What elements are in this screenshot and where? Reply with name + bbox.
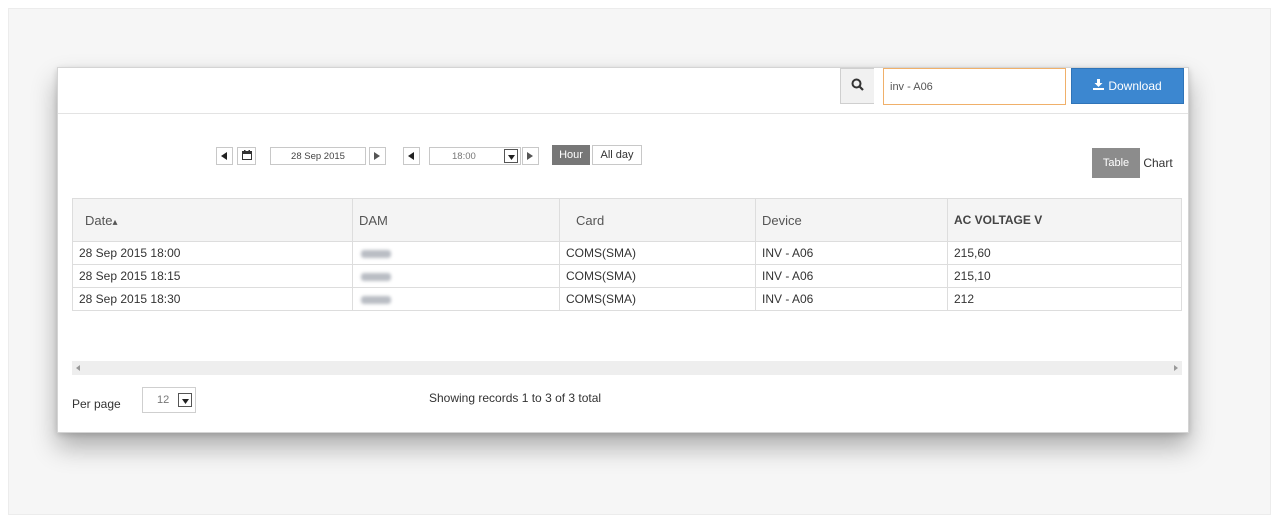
cell-ac-voltage: 215,10 [947, 264, 1182, 288]
records-summary: Showing records 1 to 3 of 3 total [429, 391, 602, 405]
cell-card: COMS(SMA) [559, 264, 756, 288]
redacted-value [361, 295, 391, 304]
cell-card: COMS(SMA) [559, 287, 756, 311]
arrow-right-icon [527, 149, 534, 163]
download-label: Download [1108, 79, 1162, 93]
column-header-ac-voltage[interactable]: AC VOLTAGE V [947, 198, 1182, 242]
prev-date-button[interactable] [216, 147, 233, 165]
cell-device: INV - A06 [755, 287, 948, 311]
cell-device: INV - A06 [755, 241, 948, 265]
report-panel: Download 28 Sep 2015 [57, 67, 1189, 433]
search-icon [851, 78, 864, 94]
scroll-left-icon[interactable] [76, 363, 80, 373]
per-page-dropdown-button[interactable] [178, 393, 192, 407]
calendar-button[interactable] [237, 147, 256, 165]
top-bar: Download [58, 68, 1188, 114]
prev-time-button[interactable] [403, 147, 420, 165]
next-time-button[interactable] [522, 147, 539, 165]
cell-device: INV - A06 [755, 264, 948, 288]
cell-ac-voltage: 215,60 [947, 241, 1182, 265]
cell-date: 28 Sep 2015 18:15 [72, 264, 353, 288]
tab-chart[interactable]: Chart [1130, 148, 1186, 178]
next-date-button[interactable] [369, 147, 386, 165]
arrow-left-icon [408, 149, 415, 163]
sort-ascending-icon: ▴ [112, 216, 118, 228]
cell-dam [352, 264, 560, 288]
cell-dam [352, 241, 560, 265]
cell-date: 28 Sep 2015 18:30 [72, 287, 353, 311]
scroll-right-icon[interactable] [1174, 363, 1178, 373]
search-input[interactable] [883, 68, 1066, 105]
calendar-icon [241, 149, 252, 163]
cell-ac-voltage: 212 [947, 287, 1182, 311]
table-row: 28 Sep 2015 18:15 COMS(SMA) INV - A06 21… [72, 264, 1182, 288]
table-header-row: Date▴ DAM Card Device AC VOLTAGE V [72, 198, 1182, 242]
download-icon [1093, 79, 1105, 93]
download-button[interactable]: Download [1071, 68, 1184, 104]
allday-range-button[interactable]: All day [592, 145, 642, 165]
table-row: 28 Sep 2015 18:30 COMS(SMA) INV - A06 21… [72, 287, 1182, 311]
column-header-date[interactable]: Date▴ [72, 198, 353, 242]
redacted-value [361, 249, 391, 258]
chevron-down-icon [507, 149, 515, 163]
hour-range-button[interactable]: Hour [552, 145, 590, 165]
column-header-device[interactable]: Device [755, 198, 948, 242]
horizontal-scrollbar[interactable] [72, 361, 1182, 375]
records-table: Date▴ DAM Card Device AC VOLTAGE V 28 Se… [72, 198, 1182, 311]
per-page-value: 12 [157, 394, 170, 406]
date-toolbar: 28 Sep 2015 18:00 Hour All day [58, 118, 1188, 178]
search-button[interactable] [840, 68, 874, 104]
date-field[interactable]: 28 Sep 2015 [270, 147, 366, 165]
time-value: 18:00 [452, 150, 476, 162]
column-header-card[interactable]: Card [559, 198, 756, 242]
redacted-value [361, 272, 391, 281]
arrow-right-icon [374, 149, 381, 163]
cell-date: 28 Sep 2015 18:00 [72, 241, 353, 265]
column-header-dam[interactable]: DAM [352, 198, 560, 242]
time-dropdown-button[interactable] [504, 149, 518, 163]
chevron-down-icon [181, 393, 189, 407]
cell-card: COMS(SMA) [559, 241, 756, 265]
table-row: 28 Sep 2015 18:00 COMS(SMA) INV - A06 21… [72, 241, 1182, 265]
cell-dam [352, 287, 560, 311]
arrow-left-icon [221, 149, 228, 163]
per-page-label: Per page [72, 397, 121, 411]
